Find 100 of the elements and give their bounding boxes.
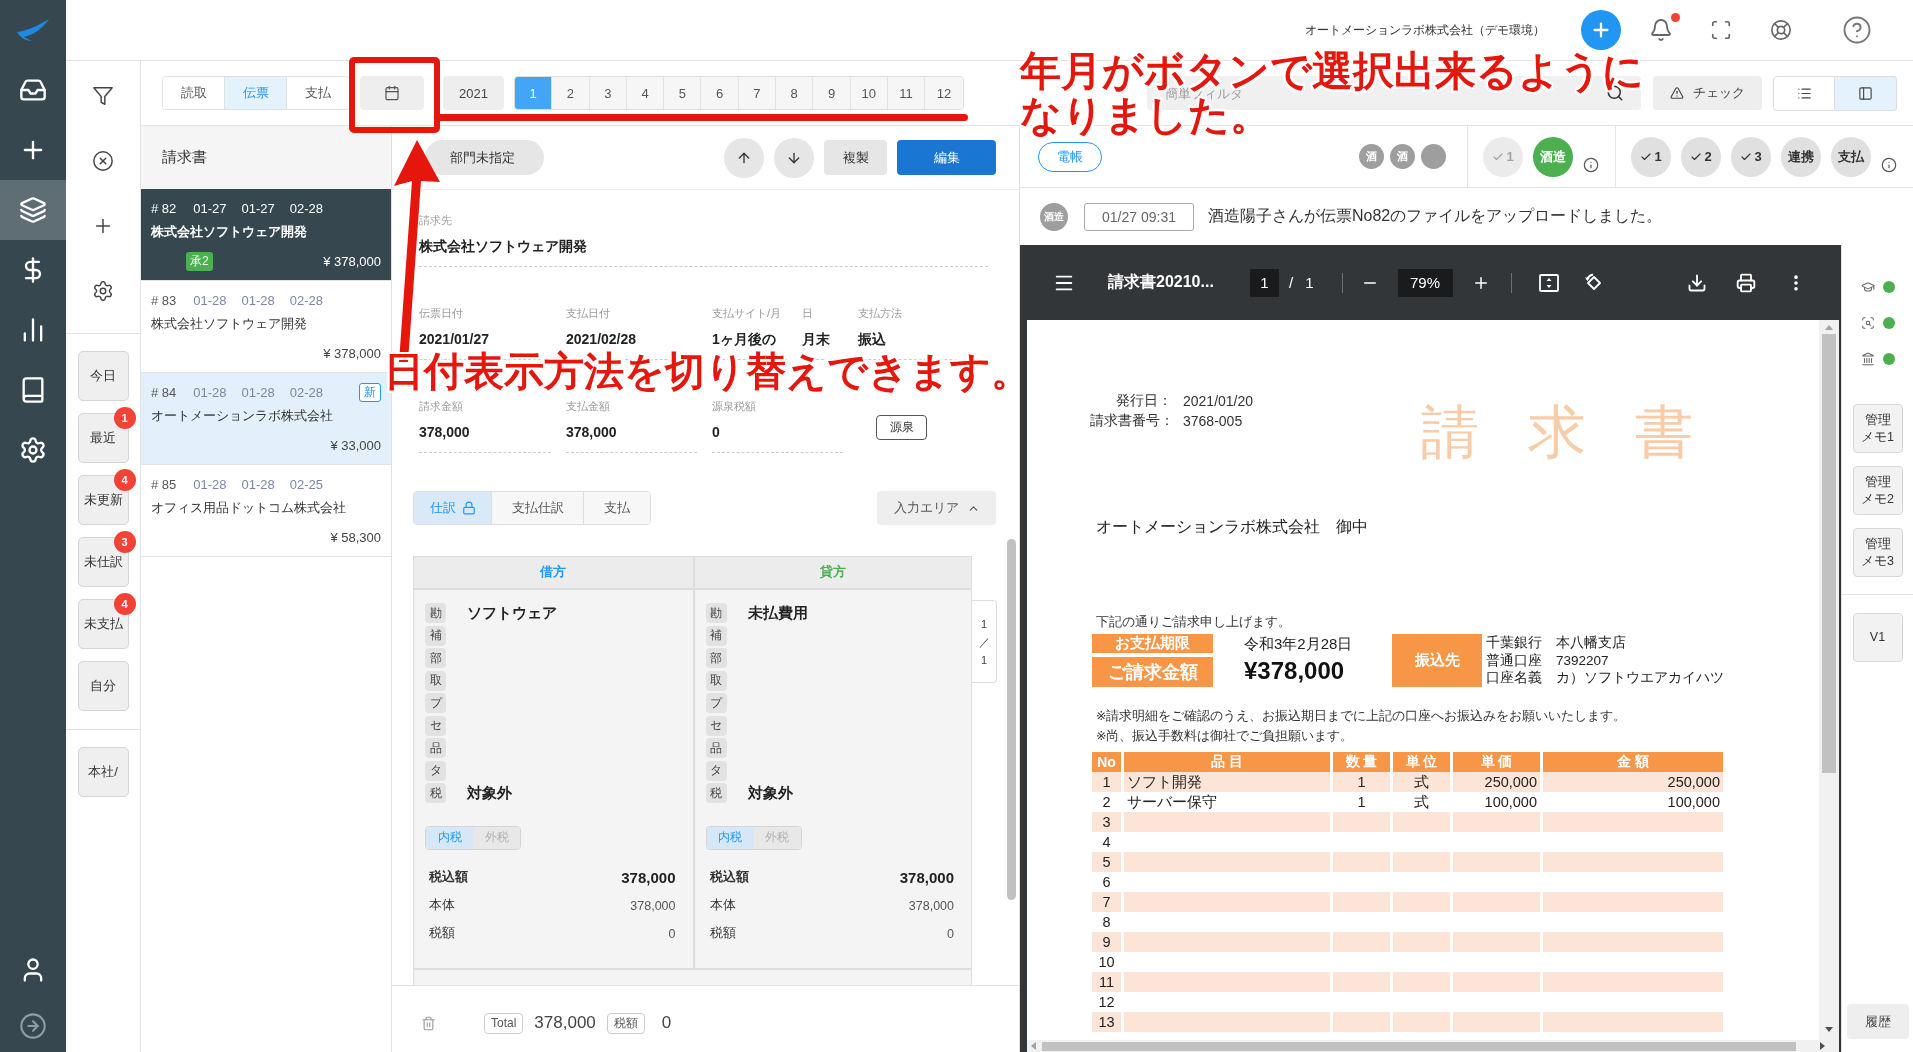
column-title: 貸方: [819, 564, 846, 581]
avatar: 酒: [1390, 144, 1415, 169]
lifebuoy-icon[interactable]: [1770, 19, 1792, 41]
date-text: 01-28: [193, 477, 227, 492]
branch-filter-button[interactable]: 本社/: [77, 747, 129, 797]
month-button[interactable]: 3: [589, 77, 627, 109]
rotate-icon[interactable]: [1583, 272, 1604, 293]
month-button[interactable]: 6: [701, 77, 739, 109]
memo-button[interactable]: 管理 メモ2: [1852, 466, 1903, 515]
info-icon[interactable]: [1881, 156, 1897, 173]
help-icon[interactable]: [1842, 15, 1872, 45]
memo-button[interactable]: 管理 メモ3: [1852, 528, 1903, 577]
arrow-circle-icon[interactable]: [19, 1012, 47, 1040]
field-tag: 勘: [425, 603, 446, 624]
meta-label: 発行日：: [1115, 392, 1172, 410]
year-button[interactable]: 2021: [443, 76, 504, 110]
due-label: お支払期限: [1092, 634, 1213, 653]
move-up-button[interactable]: [724, 137, 764, 178]
avatar: 酒造: [1040, 202, 1068, 231]
journal-tab[interactable]: 支払仕訳: [492, 492, 584, 524]
table-cell: [1393, 1012, 1450, 1032]
field-value: 1ヶ月後の: [712, 330, 776, 349]
approval-step[interactable]: 連携: [1781, 136, 1821, 177]
add-button[interactable]: [1581, 10, 1621, 50]
x-circle-icon[interactable]: [92, 149, 114, 172]
nav-button[interactable]: [0, 180, 66, 240]
date-text: 01-28: [193, 385, 227, 400]
fullscreen-icon[interactable]: [1710, 19, 1732, 41]
table-cell: [1393, 812, 1450, 832]
invoice-list-item[interactable]: # 82 01-27 01-27 02-28 株式会社ソフトウェア開発 承2 ¥ 378,000: [141, 189, 391, 281]
edit-button[interactable]: 編集: [897, 140, 996, 175]
total-label: 税込額: [429, 869, 468, 886]
download-icon[interactable]: [1687, 272, 1707, 293]
memo-button[interactable]: 管理 メモ1: [1852, 404, 1903, 453]
month-button[interactable]: 10: [850, 77, 888, 109]
month-button[interactable]: 2: [552, 77, 590, 109]
month-button[interactable]: 4: [626, 77, 665, 109]
check-button[interactable]: チェック: [1653, 76, 1762, 110]
panel-icon: [1858, 85, 1873, 101]
fit-page-icon[interactable]: [1538, 272, 1559, 293]
version-button[interactable]: V1: [1852, 613, 1903, 662]
meta-value: 2021/01/20: [1183, 392, 1255, 411]
view-mode-button[interactable]: [1835, 75, 1897, 111]
print-icon[interactable]: [1736, 272, 1756, 293]
table-cell: [1393, 852, 1450, 872]
quick-filter-button[interactable]: 自分: [77, 661, 129, 711]
field-tag: プ: [425, 693, 446, 714]
table-cell: [1333, 892, 1390, 912]
recipient-name: オートメーションラボ株式会社 御中: [1096, 517, 1368, 537]
scan-icon: [1860, 316, 1875, 330]
info-icon[interactable]: [1583, 156, 1599, 173]
filter-icon[interactable]: [92, 84, 114, 107]
field-value: 378,000: [419, 423, 470, 442]
settings-icon[interactable]: [92, 279, 114, 302]
approval-step[interactable]: 2: [1681, 136, 1721, 177]
date-text: 02-25: [289, 477, 324, 492]
move-down-button[interactable]: [774, 137, 814, 178]
quick-filter-button[interactable]: 今日: [77, 351, 129, 401]
table-cell: [1393, 932, 1450, 952]
approval-step[interactable]: 支払: [1831, 136, 1871, 177]
timestamp: 01/27 09:31: [1084, 202, 1194, 231]
avatar-placeholder-icon: [1421, 144, 1446, 169]
bell-icon[interactable]: [1649, 18, 1673, 42]
department-button[interactable]: 部門未指定: [425, 140, 544, 175]
month-button[interactable]: 5: [664, 77, 702, 109]
total-label: 税額: [709, 925, 736, 942]
page-input[interactable]: 1: [1250, 268, 1279, 297]
table-cell: 1: [1092, 772, 1121, 792]
month-button[interactable]: 9: [813, 77, 851, 109]
approval-step[interactable]: 3: [1731, 136, 1771, 177]
activity-message: 酒造陽子さんが伝票No82のファイルをアップロードしました。: [1207, 206, 1663, 226]
month-button[interactable]: 8: [776, 77, 814, 109]
total-value: 378,000: [908, 898, 954, 913]
document-title: 請 求 書: [1421, 402, 1694, 462]
approval-step[interactable]: 1: [1631, 136, 1671, 177]
source-tab[interactable]: 読取: [163, 77, 225, 109]
journal-tab[interactable]: 支払: [584, 492, 650, 524]
month-button[interactable]: 7: [738, 77, 777, 109]
page-number: 1: [980, 652, 988, 667]
field-value: 2021/02/28: [566, 330, 637, 349]
settings-icon[interactable]: [19, 436, 47, 464]
calendar-button[interactable]: [360, 76, 424, 110]
history-button[interactable]: 履歴: [1846, 1004, 1909, 1039]
total-value: 0: [947, 926, 954, 941]
tax-amount: 0: [661, 1013, 672, 1033]
entry-pager[interactable]: 1 ／ 1: [972, 600, 997, 683]
withholding-button[interactable]: 源泉: [876, 415, 927, 440]
month-button[interactable]: 11: [887, 77, 926, 109]
zoom-level[interactable]: 79%: [1397, 268, 1453, 297]
field-tag: 部: [425, 648, 446, 669]
company-name: オートメーションラボ株式会社（デモ環境）: [1305, 21, 1545, 39]
amount-text: ¥ 378,000: [323, 254, 381, 269]
total-value: 0: [668, 926, 676, 941]
date-text: 02-28: [289, 201, 324, 216]
copy-button[interactable]: 複製: [824, 140, 887, 175]
table-cell: [1333, 852, 1390, 872]
table-cell: 250,000: [1453, 772, 1540, 792]
input-area-button[interactable]: 入力エリア: [877, 491, 996, 525]
total-label: 本体: [709, 897, 736, 914]
month-button[interactable]: 12: [925, 77, 963, 109]
